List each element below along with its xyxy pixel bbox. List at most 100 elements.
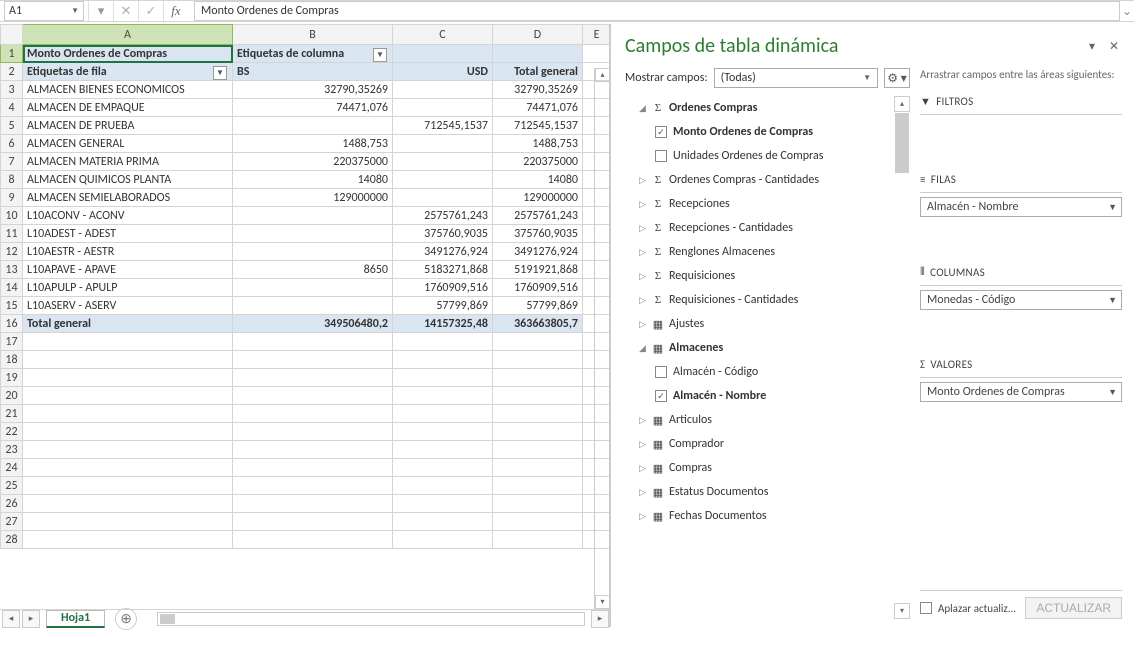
cell[interactable]	[233, 279, 393, 297]
cell[interactable]	[393, 171, 493, 189]
cell[interactable]: 74471,076	[233, 99, 393, 117]
cell[interactable]	[493, 459, 583, 477]
cell[interactable]: 5191921,868	[493, 261, 583, 279]
cell[interactable]	[233, 243, 393, 261]
update-button[interactable]: ACTUALIZAR	[1025, 597, 1122, 619]
cell[interactable]	[493, 423, 583, 441]
tree-group[interactable]: ▷▦Ajustes	[625, 312, 910, 336]
scroll-right-button[interactable]: ▸	[591, 610, 609, 628]
cell[interactable]: 129000000	[233, 189, 393, 207]
cell[interactable]: L10APULP - APULP	[23, 279, 233, 297]
row-header[interactable]: 15	[1, 297, 23, 315]
tree-group[interactable]: ▷▦Fechas Documentos	[625, 504, 910, 528]
cell[interactable]	[233, 225, 393, 243]
cell[interactable]	[233, 351, 393, 369]
cell[interactable]: 220375000	[493, 153, 583, 171]
tree-group[interactable]: ▷ΣRecepciones - Cantidades	[625, 216, 910, 240]
cancel-button[interactable]: ✕	[113, 1, 138, 21]
cell[interactable]	[493, 405, 583, 423]
cell[interactable]: ALMACEN BIENES ECONOMICOS	[23, 81, 233, 99]
area-columns-pill[interactable]: Monedas - Código▼	[920, 290, 1122, 310]
cell[interactable]	[393, 45, 493, 63]
cell[interactable]	[393, 81, 493, 99]
cell[interactable]: 14080	[493, 171, 583, 189]
row-header[interactable]: 26	[1, 495, 23, 513]
row-header[interactable]: 25	[1, 477, 23, 495]
cell[interactable]	[23, 351, 233, 369]
cell[interactable]: 5183271,868	[393, 261, 493, 279]
cell[interactable]	[393, 441, 493, 459]
row-header[interactable]: 17	[1, 333, 23, 351]
cell[interactable]: ALMACEN DE PRUEBA	[23, 117, 233, 135]
cell[interactable]	[393, 459, 493, 477]
row-header[interactable]: 27	[1, 513, 23, 531]
cell[interactable]: 74471,076	[493, 99, 583, 117]
cell[interactable]: ALMACEN GENERAL	[23, 135, 233, 153]
cell[interactable]: ALMACEN SEMIELABORADOS	[23, 189, 233, 207]
cell[interactable]	[23, 531, 233, 549]
row-header[interactable]: 8	[1, 171, 23, 189]
formula-input[interactable]: Monto Ordenes de Compras	[194, 1, 1120, 21]
filter-icon[interactable]: ▼	[213, 66, 227, 80]
cell[interactable]	[393, 513, 493, 531]
show-fields-select[interactable]: (Todas)▼	[714, 68, 878, 88]
cell[interactable]	[23, 459, 233, 477]
cell[interactable]	[493, 387, 583, 405]
cell[interactable]: Total general	[23, 315, 233, 333]
cell[interactable]: 14157325,48	[393, 315, 493, 333]
cell[interactable]	[493, 495, 583, 513]
cell[interactable]	[393, 423, 493, 441]
cell[interactable]	[23, 387, 233, 405]
pane-options-icon[interactable]: ▾	[1084, 38, 1100, 54]
row-header[interactable]: 10	[1, 207, 23, 225]
cell[interactable]: 57799,869	[493, 297, 583, 315]
cell[interactable]	[23, 333, 233, 351]
cell[interactable]: 14080	[233, 171, 393, 189]
column-header[interactable]: C	[393, 25, 493, 45]
cell[interactable]	[393, 351, 493, 369]
tree-group[interactable]: ◢▦Almacenes	[625, 336, 910, 360]
cell[interactable]	[393, 369, 493, 387]
cell[interactable]	[493, 441, 583, 459]
fx-button[interactable]: fx	[163, 1, 188, 21]
row-header[interactable]: 2	[1, 63, 23, 81]
area-values-pill[interactable]: Monto Ordenes de Compras▼	[920, 382, 1122, 402]
tree-group[interactable]: ▷▦Estatus Documentos	[625, 480, 910, 504]
tree-group[interactable]: ▷ΣRecepciones	[625, 192, 910, 216]
cell[interactable]	[393, 495, 493, 513]
cell[interactable]: 129000000	[493, 189, 583, 207]
cell[interactable]: 3491276,924	[493, 243, 583, 261]
cell[interactable]	[233, 387, 393, 405]
collapse-button[interactable]: ▾	[88, 1, 113, 21]
cell[interactable]	[23, 495, 233, 513]
grid-table[interactable]: A B C D E 1 Monto Ordenes de Compras Eti…	[0, 24, 609, 549]
cell[interactable]	[493, 45, 583, 63]
row-header[interactable]: 16	[1, 315, 23, 333]
cell-B1[interactable]: Etiquetas de columna▼	[233, 45, 393, 63]
row-header[interactable]: 20	[1, 387, 23, 405]
tree-item[interactable]: Unidades Ordenes de Compras	[625, 144, 910, 168]
cell[interactable]	[233, 369, 393, 387]
row-header[interactable]: 19	[1, 369, 23, 387]
add-sheet-button[interactable]: ⊕	[115, 608, 137, 630]
sheet-nav-prev[interactable]: ◂	[2, 610, 20, 628]
tree-group[interactable]: ▷▦Articulos	[625, 408, 910, 432]
cell[interactable]	[233, 423, 393, 441]
cell[interactable]: L10ACONV - ACONV	[23, 207, 233, 225]
cell[interactable]	[233, 117, 393, 135]
row-header[interactable]: 6	[1, 135, 23, 153]
tree-scrollbar[interactable]: ▴ ▾	[894, 96, 910, 619]
close-icon[interactable]: ✕	[1106, 38, 1122, 54]
row-header[interactable]: 4	[1, 99, 23, 117]
cell[interactable]	[493, 513, 583, 531]
cell[interactable]	[393, 477, 493, 495]
tree-group[interactable]: ◢ΣOrdenes Compras	[625, 96, 910, 120]
cell[interactable]	[493, 333, 583, 351]
cell[interactable]: 220375000	[233, 153, 393, 171]
cell[interactable]	[493, 351, 583, 369]
cell[interactable]	[23, 477, 233, 495]
cell[interactable]	[393, 531, 493, 549]
cell[interactable]	[23, 369, 233, 387]
cell[interactable]	[23, 513, 233, 531]
cell[interactable]: 57799,869	[393, 297, 493, 315]
